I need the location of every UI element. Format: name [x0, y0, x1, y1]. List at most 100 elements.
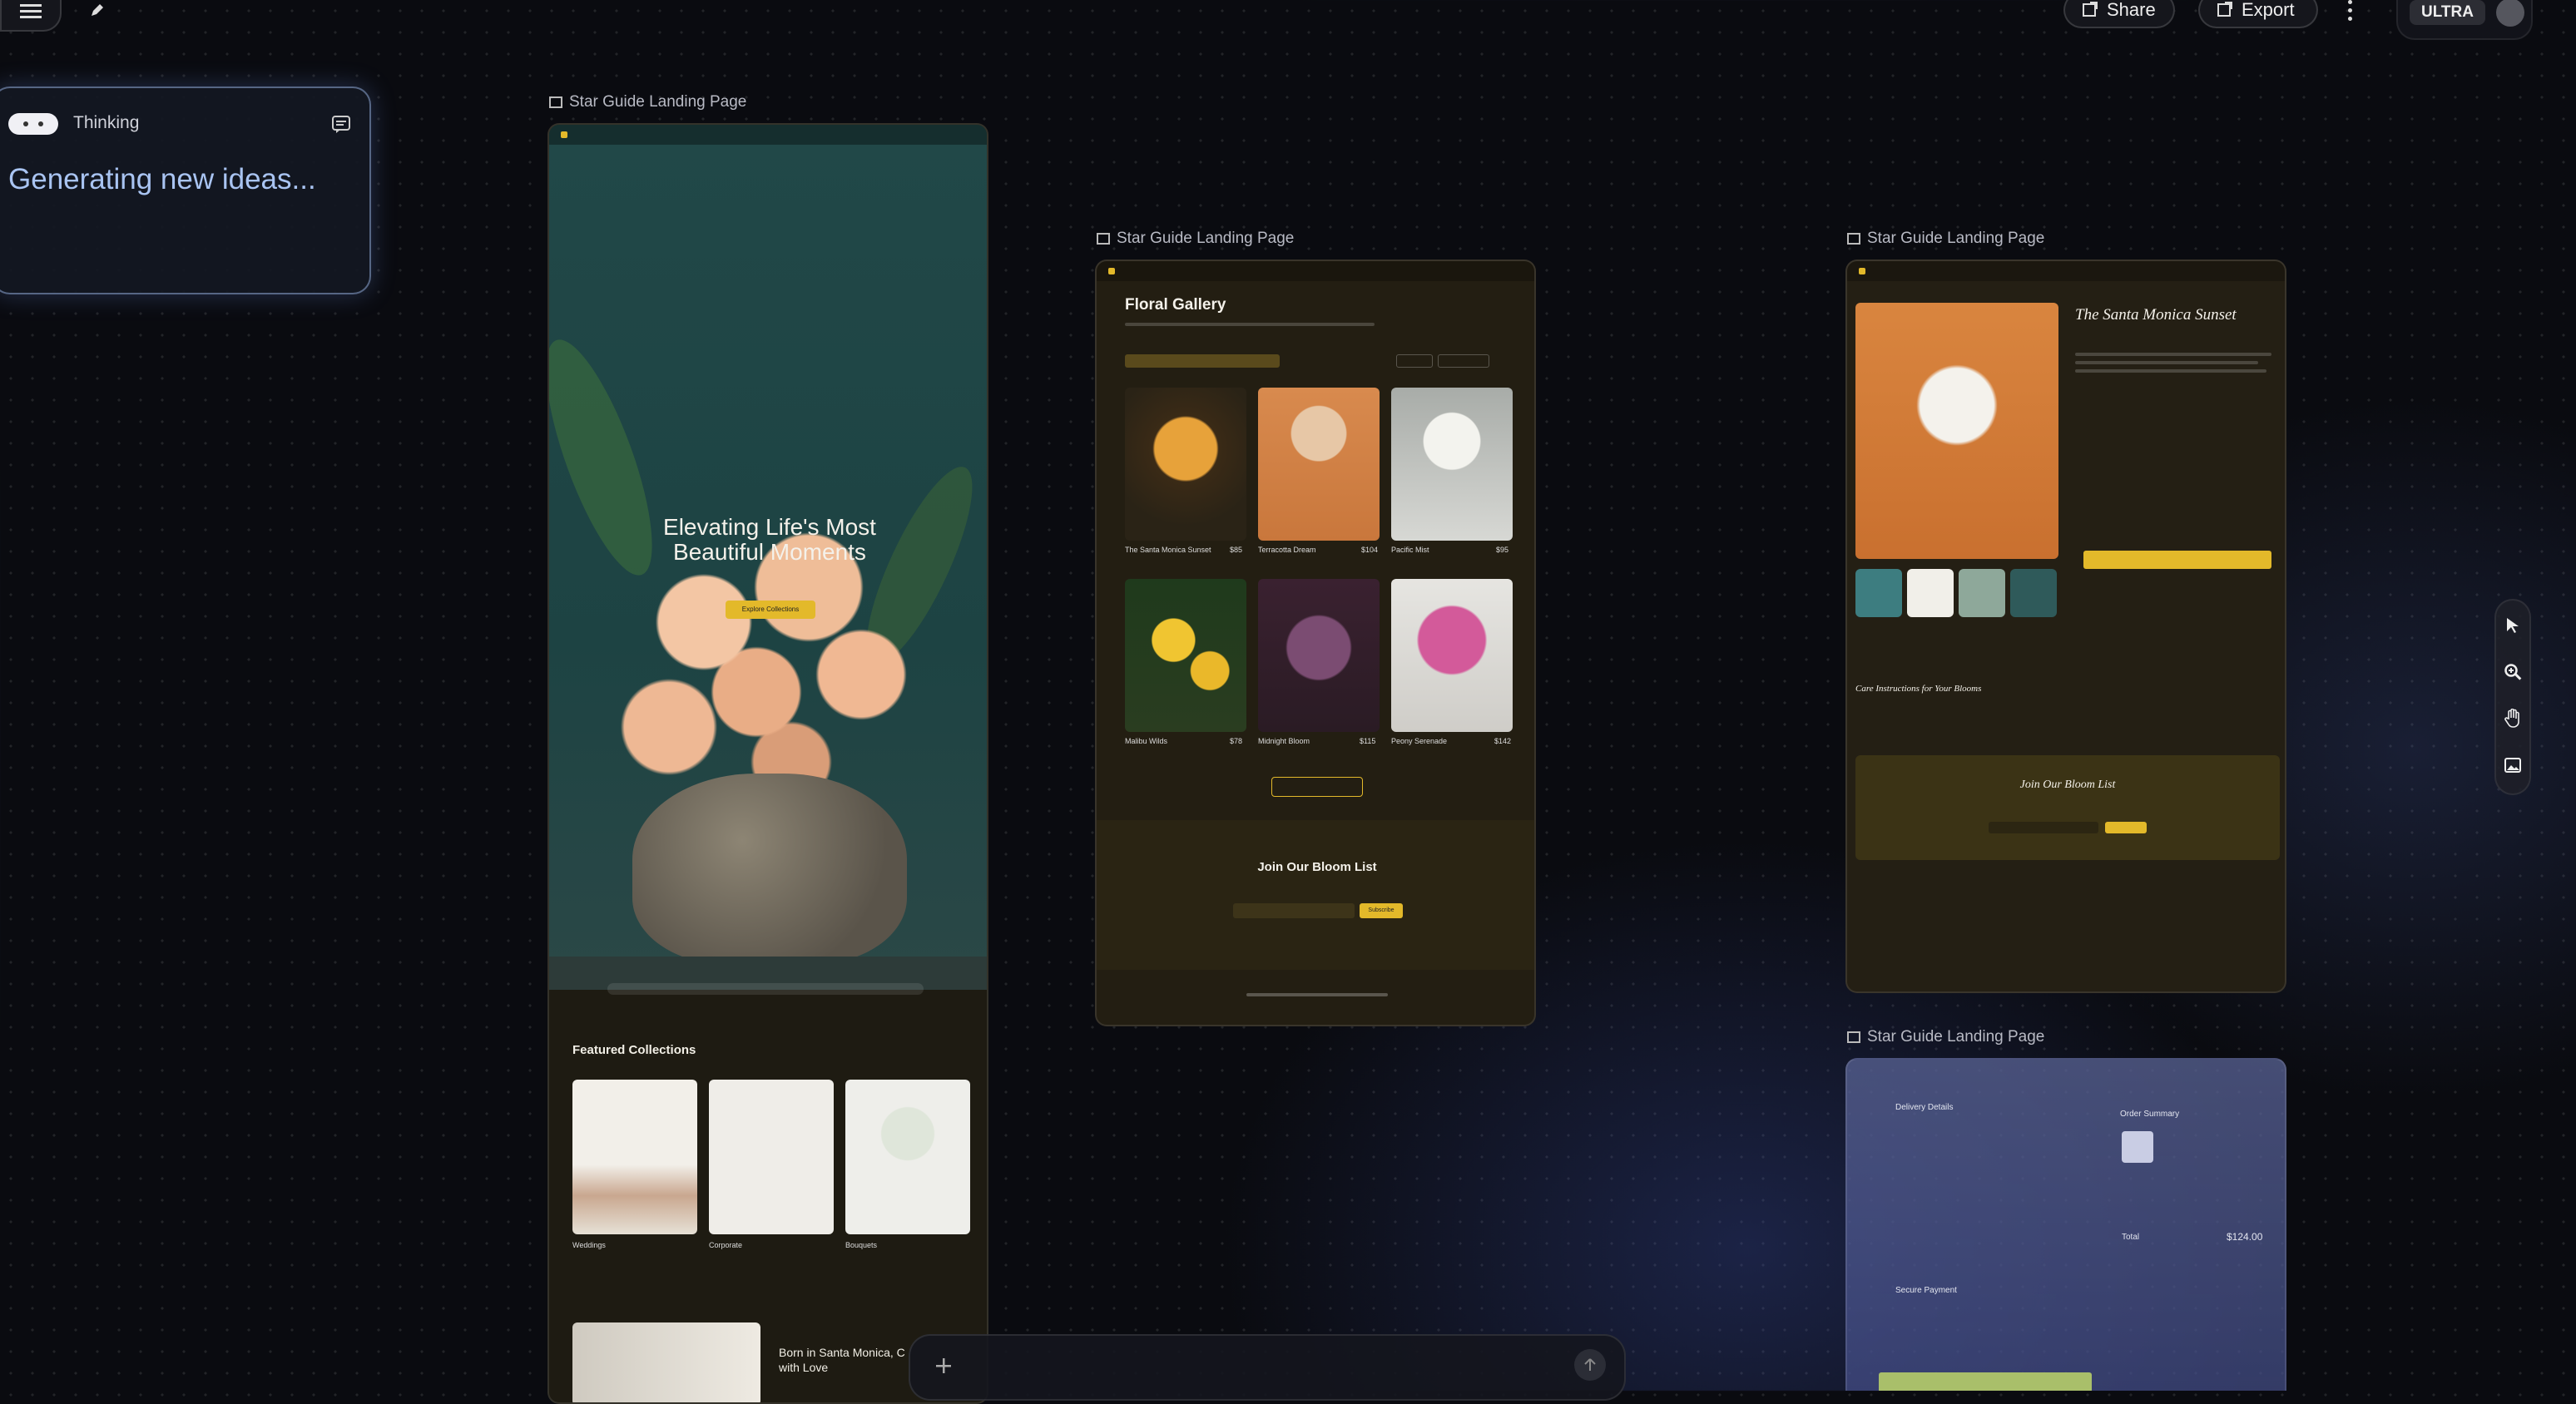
edit-button[interactable]	[83, 0, 111, 20]
product-card-1[interactable]	[1125, 388, 1246, 541]
frame-icon	[549, 96, 562, 108]
hero-title-line2: Beautiful Moments	[673, 539, 866, 565]
product-name-6: Peony Serenade	[1391, 737, 1448, 745]
filter-select[interactable]	[1396, 354, 1433, 368]
collection-label-2: Corporate	[709, 1241, 743, 1249]
subscribe-button[interactable]	[2105, 822, 2147, 833]
hero-nav	[549, 125, 987, 145]
order-summary-title: Order Summary	[2120, 1110, 2180, 1119]
collection-label-1: Weddings	[572, 1241, 606, 1249]
newsletter-card: Join Our Bloom List	[1855, 755, 2280, 860]
zoom-in-icon	[2504, 664, 2522, 680]
avatar[interactable]	[2496, 0, 2524, 27]
thumb-2[interactable]	[1907, 569, 1954, 617]
plus-icon[interactable]	[934, 1356, 954, 1376]
select-tool-button[interactable]	[2493, 606, 2533, 645]
newsletter-email-input[interactable]	[1989, 822, 2098, 833]
gallery-nav	[1097, 261, 1534, 281]
thumb-4[interactable]	[2010, 569, 2057, 617]
frame-label-1[interactable]: Star Guide Landing Page	[549, 93, 746, 111]
collection-tile-weddings[interactable]	[572, 1080, 697, 1234]
sort-select[interactable]	[1438, 354, 1489, 368]
place-order-button[interactable]	[1879, 1372, 2092, 1391]
frame-icon	[1097, 233, 1110, 245]
frame-floral-gallery[interactable]: Floral Gallery The Santa Monica Sunset $…	[1095, 260, 1536, 1026]
menu-icon	[20, 4, 42, 18]
thinking-message: Generating new ideas...	[8, 163, 316, 195]
plan-badge: ULTRA	[2410, 0, 2485, 25]
add-to-cart-button[interactable]	[2083, 551, 2271, 569]
zoom-tool-button[interactable]	[2493, 652, 2533, 692]
frame-product-detail[interactable]: The Santa Monica Sunset Care Instruction…	[1845, 260, 2286, 993]
frame-landing-hero[interactable]: Elevating Life's Most Beautiful Moments …	[547, 123, 988, 1404]
gallery-title: Floral Gallery	[1125, 296, 1226, 314]
newsletter-section: Join Our Bloom List Subscribe	[1097, 820, 1534, 970]
product-card-2[interactable]	[1258, 388, 1380, 541]
newsletter-email-input[interactable]	[1233, 903, 1355, 918]
story-image	[572, 1322, 760, 1402]
featured-title: Featured Collections	[572, 1043, 696, 1057]
search-strip	[607, 983, 924, 995]
product-price-1: $85	[1230, 546, 1243, 554]
more-vertical-icon	[2347, 0, 2352, 21]
image-icon	[2504, 758, 2521, 773]
frame-label-2[interactable]: Star Guide Landing Page	[1097, 230, 1294, 248]
secure-payment-title: Secure Payment	[1895, 1286, 1957, 1295]
product-name-4: Malibu Wilds	[1125, 737, 1168, 745]
thumb-3[interactable]	[1959, 569, 2005, 617]
frame-checkout[interactable]: Delivery Details Order Summary Total $12…	[1845, 1058, 2286, 1391]
chat-icon[interactable]	[331, 115, 351, 135]
product-name-1: The Santa Monica Sunset	[1125, 546, 1211, 554]
send-button[interactable]	[1574, 1349, 1606, 1381]
more-options-button[interactable]	[2340, 0, 2360, 23]
thumb-1[interactable]	[1855, 569, 1902, 617]
product-card-4[interactable]	[1125, 579, 1246, 732]
load-more-button[interactable]	[1271, 777, 1363, 797]
hand-icon	[2504, 709, 2519, 728]
account-area: ULTRA	[2396, 0, 2533, 40]
newsletter-title: Join Our Bloom List	[1257, 860, 1377, 874]
newsletter-title: Join Our Bloom List	[2019, 779, 2116, 791]
arrow-up-icon	[1584, 1358, 1596, 1371]
hero-cta-button[interactable]: Explore Collections	[726, 601, 815, 619]
subscribe-button[interactable]: Subscribe	[1360, 903, 1403, 918]
delivery-title: Delivery Details	[1895, 1103, 1954, 1112]
frame-label-3[interactable]: Star Guide Landing Page	[1847, 230, 2044, 248]
frame-icon	[1847, 1031, 1860, 1043]
total-value: $124.00	[2227, 1231, 2263, 1243]
frame-label-4[interactable]: Star Guide Landing Page	[1847, 1028, 2044, 1046]
order-item-image	[2122, 1131, 2153, 1163]
product-price-4: $78	[1230, 737, 1243, 745]
product-name-3: Pacific Mist	[1391, 546, 1429, 554]
product-price-5: $115	[1360, 737, 1376, 745]
product-name-5: Midnight Bloom	[1258, 737, 1310, 745]
product-name-2: Terracotta Dream	[1258, 546, 1316, 554]
thinking-indicator-icon	[8, 113, 58, 135]
product-price-3: $95	[1496, 546, 1509, 554]
gallery-search-input[interactable]	[1125, 354, 1280, 368]
export-button[interactable]: Export	[2198, 0, 2318, 28]
logo-icon	[561, 131, 567, 138]
product-card-3[interactable]	[1391, 388, 1513, 541]
pencil-icon	[92, 4, 103, 16]
export-icon	[2217, 2, 2232, 17]
export-label: Export	[2242, 0, 2295, 20]
logo-icon	[1108, 268, 1115, 274]
image-tool-button[interactable]	[2493, 745, 2533, 785]
story-title-line1: Born in Santa Monica, C	[779, 1346, 905, 1359]
collection-tile-bouquets[interactable]	[845, 1080, 970, 1234]
collection-tile-corporate[interactable]	[709, 1080, 834, 1234]
product-card-5[interactable]	[1258, 579, 1380, 732]
product-card-6[interactable]	[1391, 579, 1513, 732]
cursor-icon	[2507, 618, 2519, 633]
product-main-image	[1855, 303, 2058, 559]
menu-button[interactable]	[0, 0, 62, 32]
logo-icon	[1859, 268, 1865, 274]
collection-label-3: Bouquets	[845, 1241, 878, 1249]
prompt-bar[interactable]	[909, 1334, 1626, 1401]
share-icon	[2083, 2, 2098, 17]
pan-tool-button[interactable]	[2493, 699, 2533, 739]
share-button[interactable]: Share	[2063, 0, 2175, 28]
total-label: Total	[2122, 1233, 2140, 1242]
hero-image: Elevating Life's Most Beautiful Moments …	[549, 125, 987, 990]
